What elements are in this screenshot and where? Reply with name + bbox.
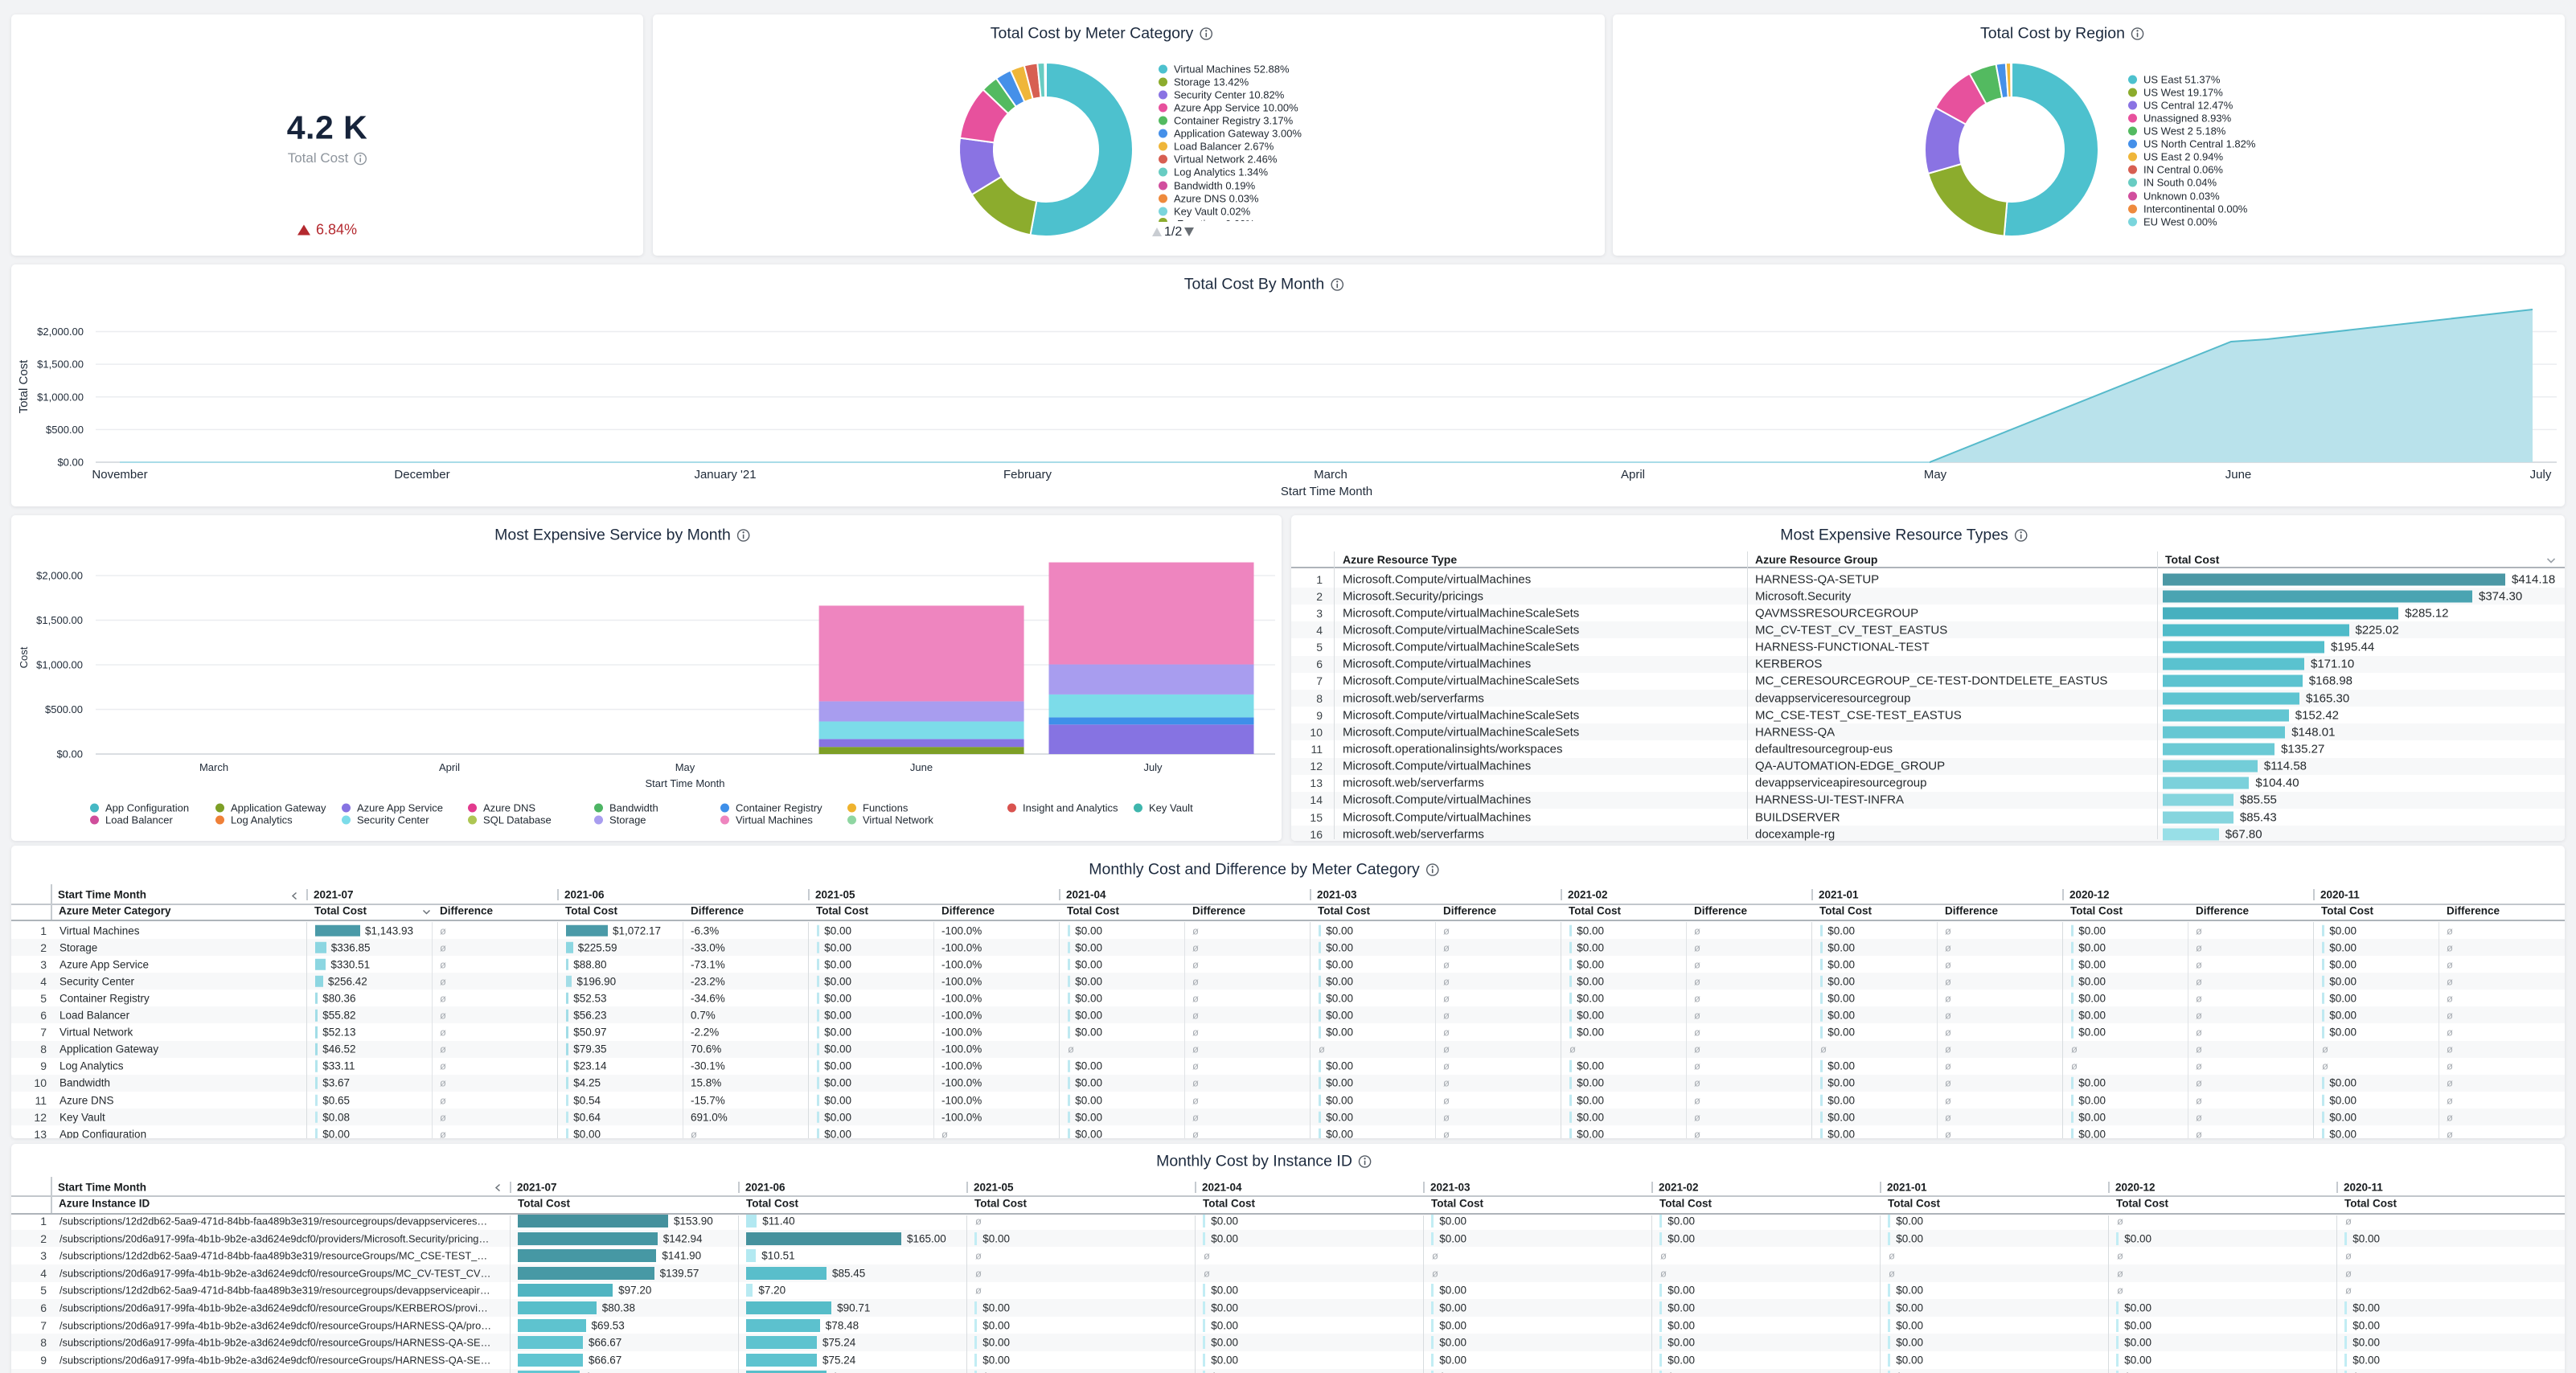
svg-text:$2,000.00: $2,000.00 — [36, 570, 83, 582]
svg-text:$0.00: $0.00 — [56, 748, 83, 760]
svg-text:June: June — [910, 761, 933, 773]
svg-text:February: February — [1003, 468, 1052, 482]
svg-text:$500.00: $500.00 — [45, 703, 83, 715]
svg-text:June: June — [2225, 468, 2252, 482]
svg-text:July: July — [1143, 761, 1163, 773]
svg-text:$1,500.00: $1,500.00 — [37, 359, 84, 371]
svg-text:Start Time Month: Start Time Month — [1281, 485, 1372, 498]
svg-text:$1,500.00: $1,500.00 — [36, 614, 83, 626]
svg-text:December: December — [394, 468, 449, 482]
svg-text:Cost: Cost — [18, 646, 30, 668]
svg-text:$1,000.00: $1,000.00 — [37, 391, 84, 403]
svg-text:March: March — [1314, 468, 1347, 482]
svg-text:$500.00: $500.00 — [46, 424, 84, 436]
svg-text:Start Time Month: Start Time Month — [646, 777, 725, 789]
svg-text:January '21: January '21 — [694, 468, 756, 482]
svg-text:May: May — [675, 761, 695, 773]
svg-text:May: May — [1924, 468, 1947, 482]
svg-text:November: November — [92, 468, 147, 482]
svg-text:April: April — [1621, 468, 1645, 482]
svg-text:$1,000.00: $1,000.00 — [36, 659, 83, 671]
svg-text:March: March — [199, 761, 228, 773]
svg-text:April: April — [439, 761, 460, 773]
svg-text:Total Cost: Total Cost — [17, 359, 31, 414]
svg-text:$0.00: $0.00 — [57, 457, 84, 469]
svg-text:July: July — [2530, 468, 2552, 482]
svg-text:$2,000.00: $2,000.00 — [37, 326, 84, 338]
